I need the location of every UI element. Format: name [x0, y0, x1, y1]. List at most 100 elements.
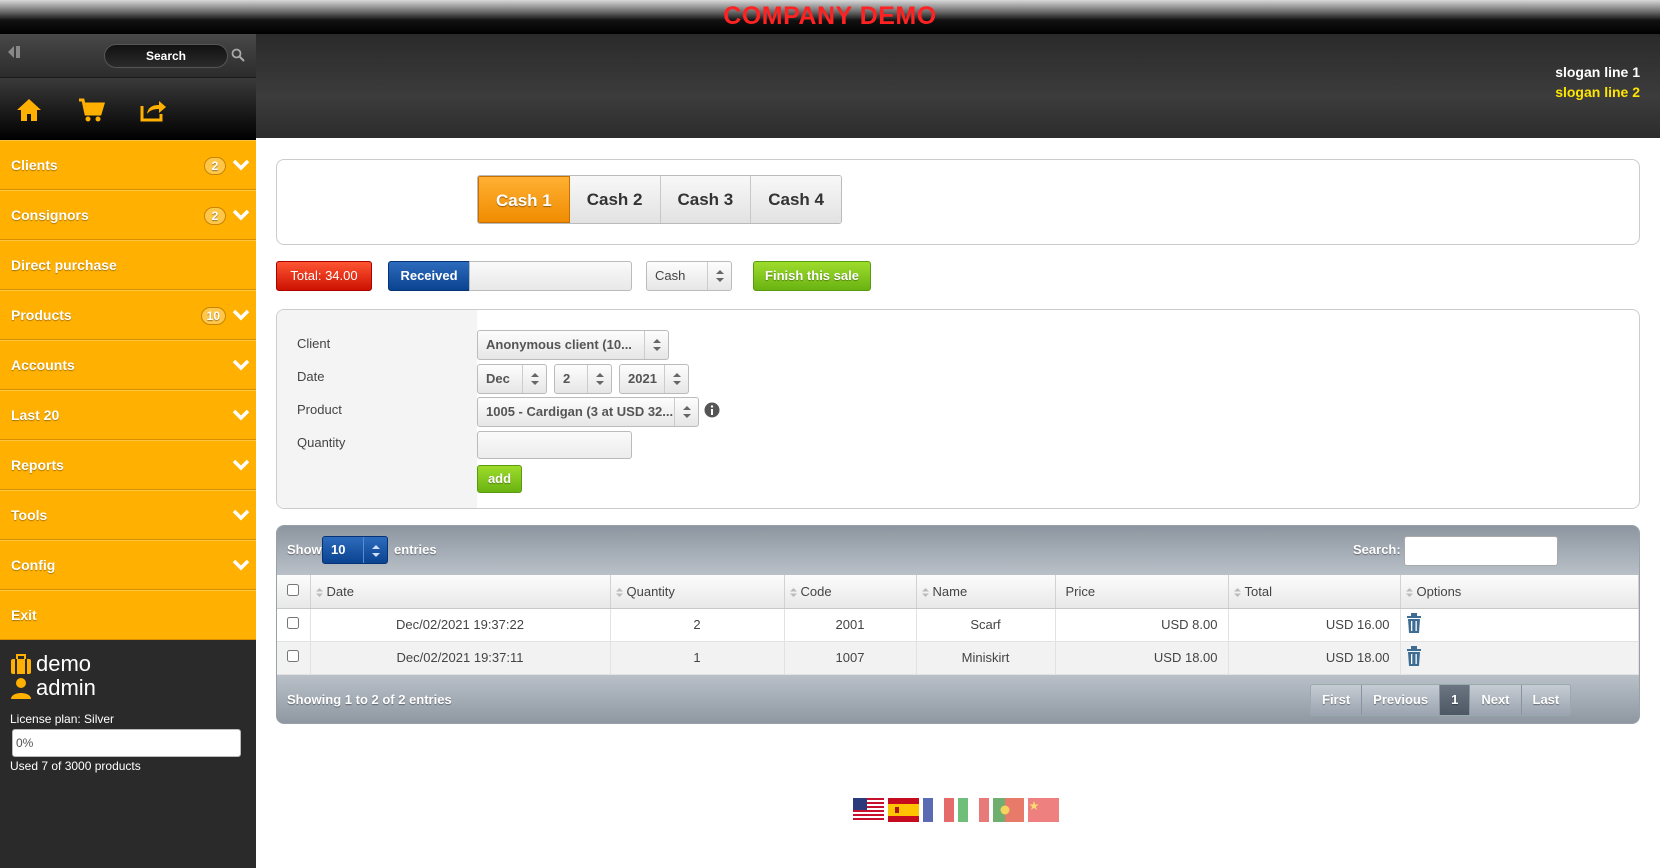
- tab-cash-4[interactable]: Cash 4: [751, 176, 841, 223]
- user-company: demo: [36, 651, 92, 676]
- tab-cash-2[interactable]: Cash 2: [569, 176, 661, 223]
- collapse-sidebar-icon[interactable]: [6, 44, 24, 60]
- col-name-label: Name: [932, 583, 968, 599]
- chevron-down-icon[interactable]: [232, 357, 250, 373]
- tab-cash-1[interactable]: Cash 1: [478, 176, 570, 223]
- sidebar-item-label: Reports: [11, 457, 64, 473]
- date-day-select[interactable]: 2: [554, 364, 612, 394]
- client-select[interactable]: Anonymous client (10...: [477, 330, 669, 360]
- col-options[interactable]: Options: [1400, 575, 1639, 609]
- col-quantity[interactable]: Quantity: [610, 575, 785, 609]
- sidebar-item-last-20[interactable]: Last 20: [0, 390, 256, 440]
- show-label: Show: [287, 542, 322, 557]
- chevron-down-icon[interactable]: [232, 207, 250, 223]
- quantity-input[interactable]: [477, 431, 632, 459]
- chevron-down-icon[interactable]: [232, 557, 250, 573]
- sidebar-item-label: Products: [11, 307, 72, 323]
- sidebar-item-products[interactable]: Products 10: [0, 290, 256, 340]
- col-price[interactable]: Price: [1055, 575, 1229, 609]
- table-search-label: Search:: [1353, 542, 1401, 557]
- table-row: Dec/02/2021 19:37:11 1 1007 Miniskirt USD 18…: [277, 641, 1639, 675]
- sidebar-top: Search: [0, 34, 256, 78]
- home-icon[interactable]: [15, 96, 43, 124]
- total-button[interactable]: Total: 34.00: [276, 261, 372, 291]
- sidebar-item-consignors[interactable]: Consignors 2: [0, 190, 256, 240]
- trash-icon[interactable]: [1406, 646, 1422, 666]
- col-code-label: Code: [800, 583, 832, 599]
- chevron-down-icon[interactable]: [232, 307, 250, 323]
- table-footer: Showing 1 to 2 of 2 entries First Previou…: [277, 675, 1639, 723]
- us-flag-icon[interactable]: [853, 798, 884, 822]
- pager-previous[interactable]: Previous: [1362, 685, 1441, 715]
- payment-method-select[interactable]: Cash: [646, 261, 732, 291]
- pager-first[interactable]: First: [1311, 685, 1363, 715]
- cell-price: USD 8.00: [1055, 608, 1229, 642]
- date-year-select[interactable]: 2021: [619, 364, 689, 394]
- sidebar-item-tools[interactable]: Tools: [0, 490, 256, 540]
- col-name[interactable]: Name: [916, 575, 1056, 609]
- sidebar-item-label: Tools: [11, 507, 48, 523]
- col-options-label: Options: [1416, 583, 1462, 599]
- payment-method-value: Cash: [655, 268, 686, 283]
- it-flag-icon[interactable]: [958, 798, 989, 822]
- pager-1[interactable]: 1: [1440, 685, 1471, 715]
- received-input[interactable]: [469, 261, 632, 291]
- chevron-down-icon[interactable]: [232, 157, 250, 173]
- sidebar-item-reports[interactable]: Reports: [0, 440, 256, 490]
- tab-cash-3[interactable]: Cash 3: [660, 176, 752, 223]
- cell-code: 1007: [784, 641, 917, 675]
- info-icon[interactable]: [704, 402, 720, 418]
- share-icon[interactable]: [139, 96, 167, 124]
- col-code[interactable]: Code: [784, 575, 917, 609]
- product-label: Product: [297, 402, 342, 417]
- sales-table: Date Quantity Code Name Price Total Opti…: [277, 575, 1639, 675]
- license-progress-bar: 0%: [12, 729, 241, 757]
- sidebar-item-exit[interactable]: Exit: [0, 590, 256, 640]
- table-search-input[interactable]: [1404, 536, 1558, 566]
- col-date[interactable]: Date: [310, 575, 611, 609]
- select-arrows-icon: [644, 331, 668, 359]
- sales-table-panel: Show 10 entries Search: Date Quantity Co…: [276, 525, 1640, 724]
- date-month-select[interactable]: Dec: [477, 364, 547, 394]
- sort-icon: [1405, 587, 1413, 597]
- select-all-checkbox[interactable]: [287, 583, 300, 596]
- sidebar-item-accounts[interactable]: Accounts: [0, 340, 256, 390]
- sidebar-item-badge: 2: [204, 207, 226, 225]
- sidebar-item-label: Accounts: [11, 357, 75, 373]
- sidebar-item-config[interactable]: Config: [0, 540, 256, 590]
- row-checkbox[interactable]: [287, 650, 300, 662]
- table-header-row: Date Quantity Code Name Price Total Opti…: [277, 575, 1639, 609]
- add-button[interactable]: add: [477, 465, 522, 493]
- cart-icon[interactable]: [77, 96, 105, 124]
- sidebar-item-label: Config: [11, 557, 56, 573]
- es-flag-icon[interactable]: [888, 798, 919, 822]
- col-total[interactable]: Total: [1228, 575, 1401, 609]
- pager-next[interactable]: Next: [1470, 685, 1522, 715]
- row-checkbox[interactable]: [287, 617, 300, 629]
- date-label: Date: [297, 369, 325, 384]
- cash-tabs: Cash 1 Cash 2 Cash 3 Cash 4: [477, 175, 842, 224]
- pager-last[interactable]: Last: [1521, 685, 1571, 715]
- chevron-down-icon[interactable]: [232, 407, 250, 423]
- pt-flag-icon[interactable]: [993, 798, 1024, 822]
- trash-icon[interactable]: [1406, 613, 1422, 633]
- sidebar-item-label: Last 20: [11, 407, 60, 423]
- cn-flag-icon[interactable]: [1028, 798, 1059, 822]
- briefcase-icon: [11, 654, 31, 674]
- entries-per-page-select[interactable]: 10: [322, 536, 388, 564]
- cell-options: [1400, 608, 1639, 642]
- search-icon[interactable]: [231, 48, 245, 62]
- sidebar-item-direct-purchase[interactable]: Direct purchase: [0, 240, 256, 290]
- col-date-label: Date: [326, 583, 354, 599]
- sidebar-item-clients[interactable]: Clients 2: [0, 140, 256, 190]
- fr-flag-icon[interactable]: [923, 798, 954, 822]
- product-select[interactable]: 1005 - Cardigan (3 at USD 32...: [477, 397, 699, 427]
- chevron-down-icon[interactable]: [232, 457, 250, 473]
- sidebar-item-label: Consignors: [11, 207, 89, 223]
- cell-date: Dec/02/2021 19:37:22: [310, 608, 611, 642]
- finish-sale-button[interactable]: Finish this sale: [753, 261, 871, 291]
- received-button[interactable]: Received: [388, 261, 470, 291]
- sidebar-search-input[interactable]: Search: [104, 44, 228, 68]
- user-name-row: admin: [10, 676, 256, 700]
- chevron-down-icon[interactable]: [232, 507, 250, 523]
